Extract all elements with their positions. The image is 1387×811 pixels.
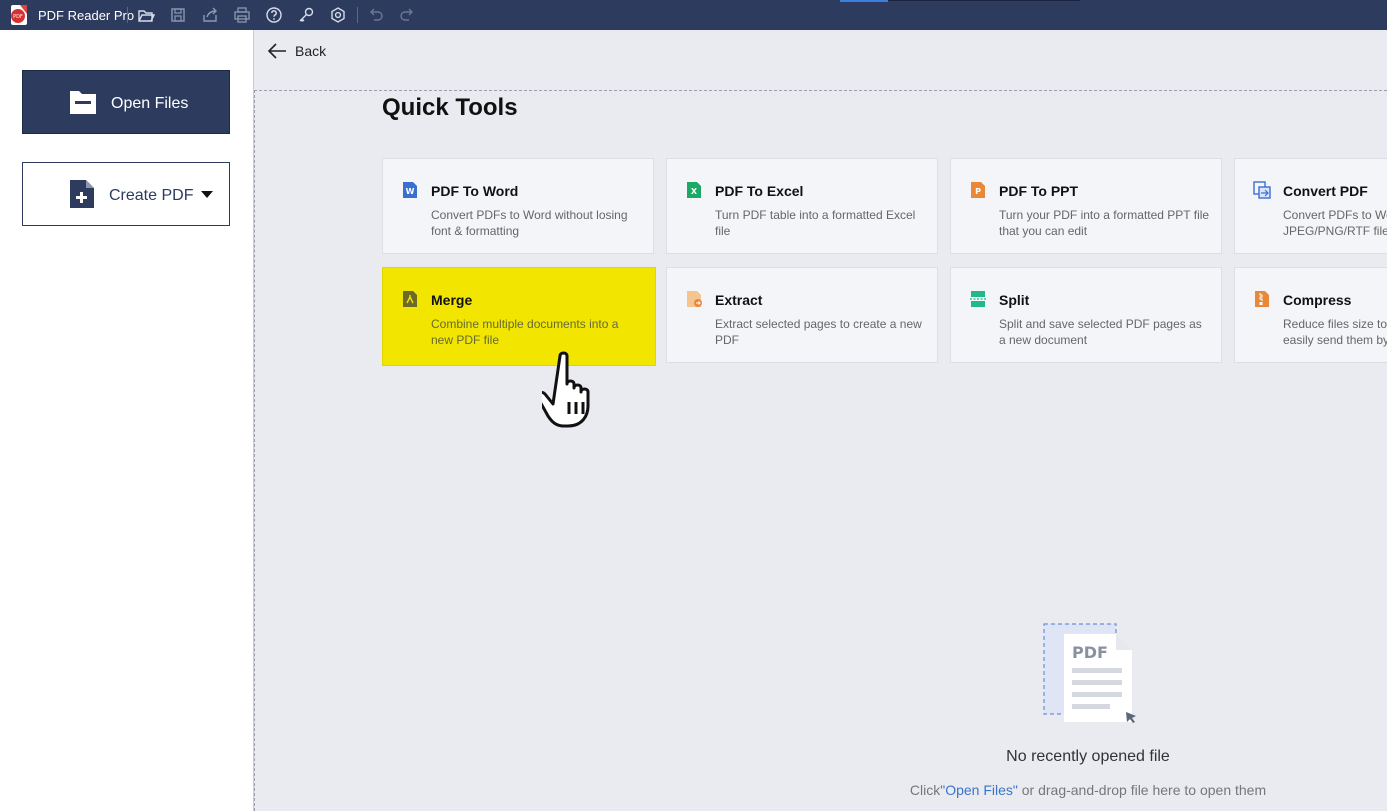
svg-text:X: X	[691, 187, 698, 196]
title-bar: PDF PDF Reader Pro	[0, 0, 1387, 30]
print-icon[interactable]	[233, 6, 251, 24]
tab-active-indicator	[840, 0, 888, 2]
tool-card-merge[interactable]: Merge Combine multiple documents into a …	[382, 267, 656, 366]
tool-description: Extract selected pages to create a new P…	[715, 317, 922, 347]
tool-description: Convert PDFs to Wo JPEG/PNG/RTF files	[1283, 208, 1387, 238]
undo-icon[interactable]	[367, 6, 385, 24]
app-name: PDF Reader Pro	[38, 8, 135, 23]
main-content: Back Quick Tools W PDF To Word Convert P…	[254, 30, 1387, 811]
tool-name: PDF To Word	[431, 183, 519, 199]
settings-icon[interactable]	[329, 6, 347, 24]
tool-name: Extract	[715, 292, 763, 308]
tool-description: Turn your PDF into a formatted PPT file …	[999, 208, 1210, 238]
word-icon: W	[401, 181, 419, 199]
help-icon[interactable]	[265, 6, 283, 24]
tool-name: Merge	[431, 292, 473, 308]
empty-state-hint: Click"Open Files" or drag-and-drop file …	[854, 782, 1322, 798]
tool-name: PDF To PPT	[999, 183, 1079, 199]
back-button[interactable]: Back	[266, 40, 326, 62]
folder-icon	[69, 89, 97, 115]
svg-text:PDF: PDF	[1072, 643, 1108, 662]
tool-card-pdf-to-excel[interactable]: X PDF To Excel Turn PDF table into a for…	[666, 158, 938, 254]
extract-icon	[685, 290, 703, 308]
tool-card-compress[interactable]: Compress Reduce files size to easily sen…	[1234, 267, 1387, 363]
merge-icon	[401, 290, 419, 308]
divider	[254, 90, 255, 811]
tool-description: Convert PDFs to Word without losing font…	[431, 208, 628, 238]
open-files-link[interactable]: "Open Files"	[940, 782, 1018, 798]
tool-name: Compress	[1283, 292, 1352, 308]
open-files-button[interactable]: Open Files	[22, 70, 230, 134]
tool-card-split[interactable]: Split Split and save selected PDF pages …	[950, 267, 1222, 363]
divider	[254, 90, 1387, 91]
create-pdf-button[interactable]: Create PDF	[22, 162, 230, 226]
svg-text:PDF: PDF	[13, 14, 23, 20]
tool-description: Turn PDF table into a formatted Excel fi…	[715, 208, 916, 238]
compress-icon	[1253, 290, 1271, 308]
tool-name: Split	[999, 292, 1030, 308]
create-pdf-label: Create PDF	[109, 187, 194, 204]
hint-suffix: or drag-and-drop file here to open them	[1017, 782, 1267, 798]
share-icon[interactable]	[201, 6, 219, 24]
svg-text:P: P	[975, 187, 981, 196]
tool-card-convert-pdf[interactable]: Convert PDF Convert PDFs to Wo JPEG/PNG/…	[1234, 158, 1387, 254]
page-title: Quick Tools	[382, 94, 518, 121]
toolbar-divider	[357, 7, 358, 23]
excel-icon: X	[685, 181, 703, 199]
hand-cursor-icon	[542, 351, 590, 428]
new-file-icon	[69, 179, 95, 209]
tool-name: PDF To Excel	[715, 183, 804, 199]
tool-description: Combine multiple documents into a new PD…	[431, 317, 619, 347]
redo-icon[interactable]	[398, 6, 416, 24]
arrow-left-icon	[267, 43, 286, 59]
tool-name: Convert PDF	[1283, 183, 1368, 199]
tool-card-extract[interactable]: Extract Extract selected pages to create…	[666, 267, 938, 363]
tool-description: Reduce files size to easily send them by	[1283, 317, 1387, 347]
tool-card-pdf-to-word[interactable]: W PDF To Word Convert PDFs to Word witho…	[382, 158, 654, 254]
back-label: Back	[295, 43, 327, 59]
key-icon[interactable]	[297, 6, 315, 24]
empty-pdf-illustration: PDF	[1043, 623, 1136, 723]
open-files-label: Open Files	[111, 95, 189, 112]
app-logo-icon: PDF	[9, 4, 31, 26]
sidebar: Open Files Create PDF	[0, 30, 254, 811]
split-icon	[969, 290, 987, 308]
convert-icon	[1253, 181, 1271, 199]
toolbar-divider	[127, 7, 128, 23]
open-folder-icon[interactable]	[137, 6, 155, 24]
svg-text:W: W	[406, 187, 415, 196]
dropdown-caret-icon[interactable]	[201, 191, 213, 198]
tool-card-pdf-to-ppt[interactable]: P PDF To PPT Turn your PDF into a format…	[950, 158, 1222, 254]
ppt-icon: P	[969, 181, 987, 199]
save-icon[interactable]	[169, 6, 187, 24]
hint-prefix: Click	[909, 782, 941, 798]
tool-description: Split and save selected PDF pages as a n…	[999, 317, 1202, 347]
empty-state-title: No recently opened file	[1006, 748, 1170, 765]
